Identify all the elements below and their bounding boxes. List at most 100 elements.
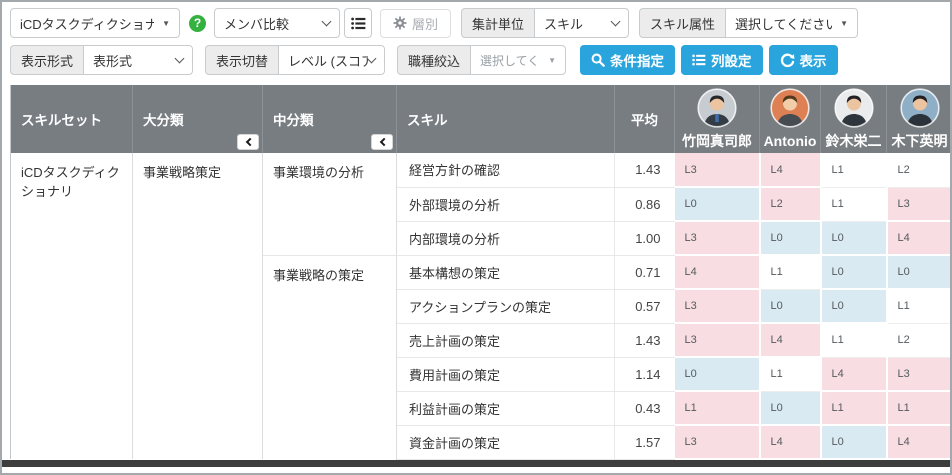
level-cell: L1 xyxy=(887,391,952,425)
compare-mode-select[interactable]: メンバ比較 xyxy=(214,8,340,38)
level-cell: L2 xyxy=(760,187,821,221)
header-skillset: スキルセット xyxy=(11,85,133,153)
member-name: Antonio xyxy=(764,132,817,150)
header-mid-category: 中分類 xyxy=(263,85,397,153)
level-cell: L4 xyxy=(887,425,952,459)
show-button[interactable]: 表示 xyxy=(769,45,838,75)
member-name: 木下英明 xyxy=(892,132,948,150)
level-cell: L1 xyxy=(821,391,887,425)
stratify-button[interactable]: 層別 xyxy=(380,9,451,38)
display-toggle-label: 表示切替 xyxy=(205,45,278,75)
level-cell: L4 xyxy=(821,357,887,391)
aggregate-unit-value: スキル xyxy=(544,14,583,33)
aggregate-unit-select[interactable]: スキル xyxy=(534,8,629,38)
table-header-row: スキルセット 大分類 中分類 スキル 平均 竹岡真司郎 xyxy=(11,85,952,153)
collapse-major-category-button[interactable] xyxy=(237,134,259,150)
refresh-icon xyxy=(780,53,795,68)
average-cell: 1.14 xyxy=(615,357,675,391)
member-name: 竹岡真司郎 xyxy=(682,132,752,150)
skill-comparison-table: スキルセット 大分類 中分類 スキル 平均 竹岡真司郎 xyxy=(10,85,952,460)
skill-cell: 経営方針の確認 xyxy=(397,153,615,187)
display-toggle-value: レベル (スコア) xyxy=(288,51,368,70)
job-filter-select[interactable]: 選択してください ▼ xyxy=(470,45,566,75)
average-cell: 1.43 xyxy=(615,153,675,187)
level-cell: L1 xyxy=(821,153,887,187)
level-cell: L4 xyxy=(760,323,821,357)
level-cell: L3 xyxy=(675,153,760,187)
level-cell: L3 xyxy=(675,289,760,323)
dictionary-select[interactable]: iCDタスクディクショナリ ▼ xyxy=(10,8,180,38)
average-cell: 0.86 xyxy=(615,187,675,221)
search-icon xyxy=(591,53,605,67)
level-cell: L4 xyxy=(760,153,821,187)
mid-category-cell: 事業環境の分析 xyxy=(263,153,397,255)
member-name: 鈴木栄二 xyxy=(826,132,882,150)
toolbar-row-1: iCDタスクディクショナリ ▼ ? メンバ比較 xyxy=(10,8,942,38)
skill-cell: 内部環境の分析 xyxy=(397,221,615,255)
avatar xyxy=(834,88,874,128)
level-cell: L2 xyxy=(887,153,952,187)
horizontal-scrollbar[interactable] xyxy=(2,460,950,467)
display-format-group: 表示形式 表形式 xyxy=(10,45,193,75)
app-window: iCDタスクディクショナリ ▼ ? メンバ比較 xyxy=(0,0,952,475)
caret-down-icon: ▼ xyxy=(540,56,556,65)
skill-attribute-value: 選択してください xyxy=(735,14,832,33)
level-cell: L3 xyxy=(887,357,952,391)
level-cell: L0 xyxy=(821,221,887,255)
chevron-down-icon xyxy=(611,16,621,26)
avatar xyxy=(770,88,810,128)
job-filter-label: 職種絞込 xyxy=(397,45,470,75)
member-column-header: 鈴木栄二 xyxy=(821,85,887,153)
member-column-header: 竹岡真司郎 xyxy=(675,85,760,153)
skill-cell: 利益計画の策定 xyxy=(397,391,615,425)
skill-cell: 売上計画の策定 xyxy=(397,323,615,357)
level-cell: L3 xyxy=(675,323,760,357)
member-list-button[interactable] xyxy=(344,8,372,38)
toolbar-row-2: 表示形式 表形式 表示切替 レベル (スコア) 職種絞込 選択してください ▼ xyxy=(10,45,942,75)
list-icon xyxy=(692,54,706,66)
display-format-select[interactable]: 表形式 xyxy=(83,45,193,75)
aggregate-unit-label: 集計単位 xyxy=(461,8,534,38)
level-cell: L1 xyxy=(760,357,821,391)
collapse-mid-category-button[interactable] xyxy=(371,134,393,150)
average-cell: 1.43 xyxy=(615,323,675,357)
gear-icon xyxy=(393,16,407,30)
level-cell: L0 xyxy=(821,289,887,323)
level-cell: L3 xyxy=(887,187,952,221)
show-label: 表示 xyxy=(800,50,827,70)
header-major-category: 大分類 xyxy=(133,85,263,153)
level-cell: L1 xyxy=(821,323,887,357)
chevron-down-icon xyxy=(322,16,332,26)
level-cell: L0 xyxy=(760,221,821,255)
skillset-cell: iCDタスクディクショナリ xyxy=(11,153,133,459)
average-cell: 0.43 xyxy=(615,391,675,425)
level-cell: L4 xyxy=(675,255,760,289)
skill-cell: 費用計画の策定 xyxy=(397,357,615,391)
level-cell: L1 xyxy=(821,187,887,221)
skill-cell: 資金計画の策定 xyxy=(397,425,615,459)
level-cell: L4 xyxy=(887,221,952,255)
chevron-left-icon xyxy=(245,138,253,146)
header-average: 平均 xyxy=(615,85,675,153)
condition-button[interactable]: 条件指定 xyxy=(580,45,675,75)
skill-attribute-select[interactable]: 選択してください ▼ xyxy=(725,8,858,38)
table-row: iCDタスクディクショナリ事業戦略策定事業環境の分析経営方針の確認1.43L3L… xyxy=(11,153,952,187)
chevron-down-icon xyxy=(367,53,377,63)
skill-cell: アクションプランの策定 xyxy=(397,289,615,323)
stratify-label: 層別 xyxy=(412,14,438,33)
aggregate-unit-group: 集計単位 スキル xyxy=(461,8,629,38)
list-icon xyxy=(351,17,366,30)
job-filter-value: 選択してください xyxy=(480,52,540,69)
caret-down-icon: ▼ xyxy=(154,19,170,28)
average-cell: 1.57 xyxy=(615,425,675,459)
display-toggle-select[interactable]: レベル (スコア) xyxy=(278,45,385,75)
chevron-down-icon xyxy=(175,53,185,63)
skill-cell: 外部環境の分析 xyxy=(397,187,615,221)
skill-attribute-group: スキル属性 選択してください ▼ xyxy=(639,8,858,38)
level-cell: L3 xyxy=(675,221,760,255)
column-settings-button[interactable]: 列設定 xyxy=(681,45,763,75)
level-cell: L4 xyxy=(760,425,821,459)
help-icon[interactable]: ? xyxy=(189,15,206,32)
compare-mode-value: メンバ比較 xyxy=(224,14,289,33)
mid-category-cell: 事業戦略の策定 xyxy=(263,255,397,459)
